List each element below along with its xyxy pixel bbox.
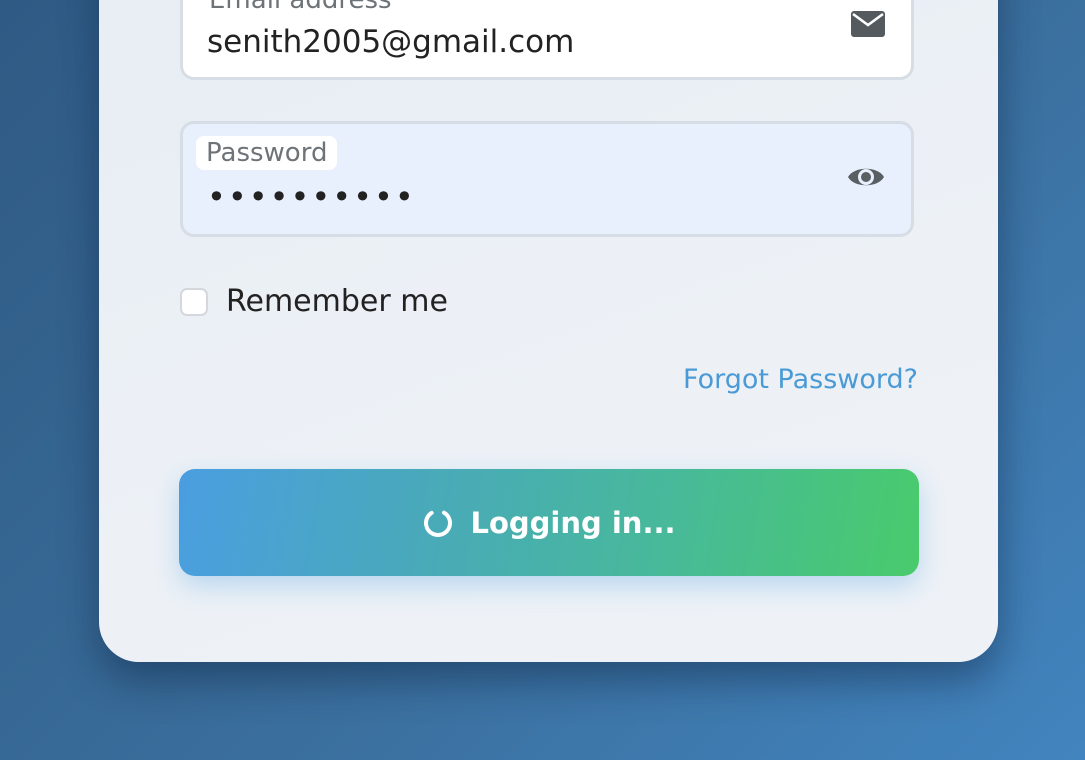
forgot-password-link[interactable]: Forgot Password? [683,364,918,395]
password-field[interactable]: Password •••••••••• [180,121,914,237]
password-label: Password [196,136,338,170]
envelope-icon [851,11,885,41]
password-input-value[interactable]: •••••••••• [207,178,416,216]
email-input-value[interactable]: senith2005@gmail.com [207,24,574,60]
email-field[interactable]: Email address senith2005@gmail.com [180,0,914,80]
remember-me-label[interactable]: Remember me [226,284,448,319]
login-button[interactable]: Logging in... [179,469,919,576]
eye-icon[interactable] [847,162,885,196]
login-button-label: Logging in... [470,505,676,540]
remember-me-checkbox[interactable] [180,287,208,316]
email-label: Email address [199,0,402,17]
spinner-icon [423,508,453,538]
remember-me[interactable]: Remember me [180,284,448,319]
